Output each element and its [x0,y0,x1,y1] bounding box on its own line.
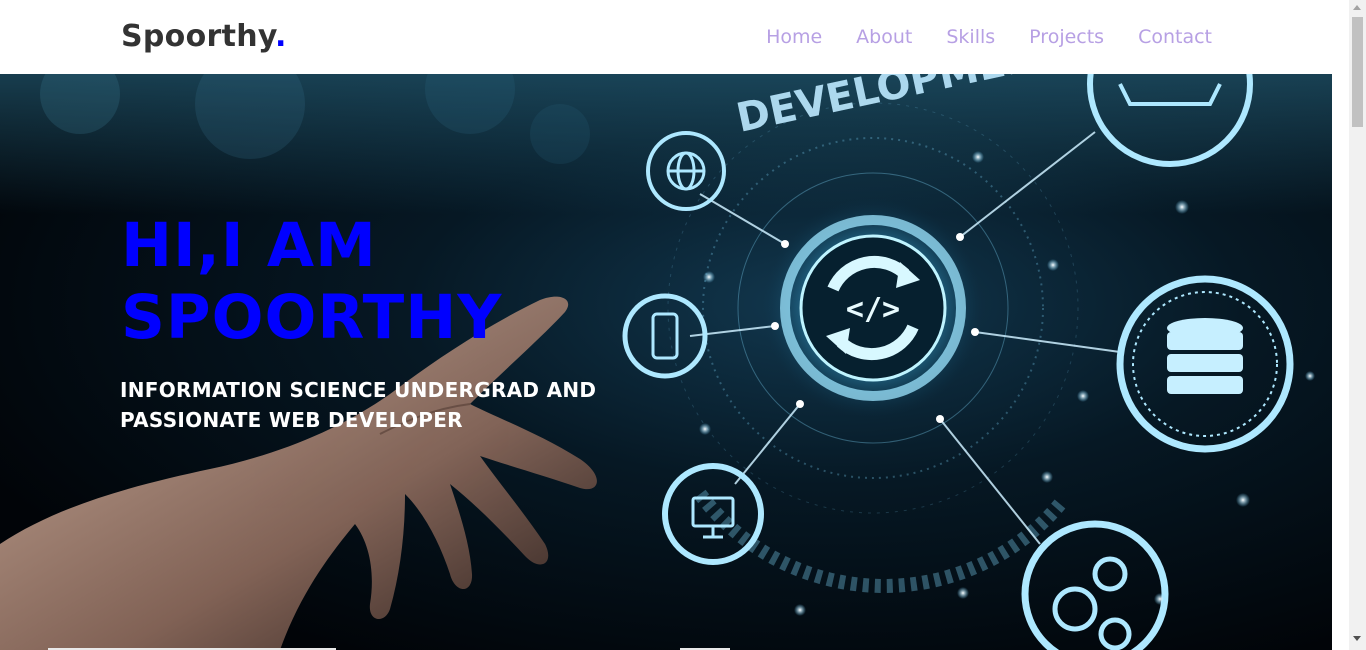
nav-link-contact[interactable]: Contact [1138,24,1212,50]
nav-item-about: About [822,24,912,50]
nav-item-skills: Skills [912,24,995,50]
scroll-up-arrow-icon[interactable] [1353,5,1361,10]
hero-title-line-2: SPOORTHY [121,282,503,353]
svg-text:</>: </> [846,292,900,327]
nav-link-home[interactable]: Home [766,24,822,50]
hero-subtitle-line-2: PASSIONATE WEB DEVELOPER [120,408,463,432]
scrollbar-thumb[interactable] [1352,17,1363,127]
hero-background-image: </> DEVELOPMENT [0,74,1332,650]
hero-section: </> DEVELOPMENT HI,I AM SPOORTHY INFORMA… [0,74,1332,650]
nav-link-about[interactable]: About [856,24,912,50]
navbar: Spoorthy. Home About Skills Projects Con… [0,0,1349,74]
nav-menu: Home About Skills Projects Contact [732,24,1212,50]
nav-item-home: Home [732,24,822,50]
nav-link-projects[interactable]: Projects [1029,24,1104,50]
hero-title: HI,I AM SPOORTHY [121,210,502,354]
brand-dot: . [275,19,287,54]
page: Spoorthy. Home About Skills Projects Con… [0,0,1366,650]
page-right-gutter [1332,74,1349,650]
brand-name: Spoorthy [121,19,275,54]
hero-subtitle: INFORMATION SCIENCE UNDERGRAD AND PASSIO… [120,375,596,435]
vertical-scrollbar[interactable] [1349,0,1366,650]
nav-item-projects: Projects [995,24,1104,50]
hero-subtitle-line-1: INFORMATION SCIENCE UNDERGRAD AND [120,378,597,402]
nav-link-skills[interactable]: Skills [946,24,995,50]
nav-item-contact: Contact [1104,24,1212,50]
hero-title-line-1: HI,I AM [121,210,377,281]
scroll-down-arrow-icon[interactable] [1353,636,1361,641]
brand-logo[interactable]: Spoorthy. [121,17,287,57]
